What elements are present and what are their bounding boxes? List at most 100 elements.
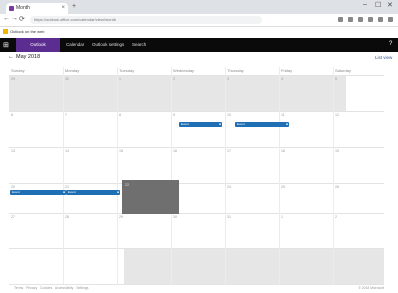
extension-icon[interactable]	[368, 17, 373, 22]
day-number[interactable]: 4	[281, 77, 283, 81]
day-number: 22	[125, 183, 129, 187]
month-grid: Sunday Monday Tuesday Wednesday Thursday…	[9, 67, 384, 285]
day-number[interactable]: 15	[119, 149, 123, 153]
day-number[interactable]: 2	[335, 215, 337, 219]
event-title: Event	[68, 190, 76, 194]
header-link-calendar[interactable]: Calendar	[66, 38, 84, 52]
footer-link[interactable]: Settings	[76, 286, 88, 290]
calendar-event[interactable]: Event ■	[66, 190, 120, 195]
new-tab-button[interactable]: +	[72, 3, 76, 10]
day-number[interactable]: 29	[119, 215, 123, 219]
day-number[interactable]: 1	[281, 215, 283, 219]
url-field[interactable]: https://outlook.office.com/calendar/view…	[30, 16, 262, 24]
day-number[interactable]: 7	[65, 113, 67, 117]
day-number[interactable]: 6	[11, 113, 13, 117]
tab-close-icon[interactable]: ×	[61, 3, 65, 14]
weekday-header: Tuesday	[119, 68, 135, 73]
day-number[interactable]: 20	[11, 185, 15, 189]
reload-button[interactable]: ⟳	[19, 15, 25, 23]
day-number[interactable]: 8	[119, 113, 121, 117]
event-status-icon: ■	[63, 190, 65, 194]
tab-title: Month	[16, 5, 30, 11]
help-icon[interactable]: ?	[389, 41, 392, 47]
weekday-header: Wednesday	[173, 68, 195, 73]
day-number[interactable]: 3	[227, 77, 229, 81]
grid-line	[117, 67, 118, 285]
weekday-header: Thursday	[227, 68, 244, 73]
grid-line	[9, 147, 384, 148]
day-number[interactable]: 18	[281, 149, 285, 153]
day-number[interactable]: 24	[227, 185, 231, 189]
day-number[interactable]: 19	[335, 149, 339, 153]
day-number[interactable]: 25	[281, 185, 285, 189]
page-footer: Terms Privacy Cookies Accessibility Sett…	[0, 284, 398, 293]
day-number[interactable]: 13	[11, 149, 15, 153]
maximize-button[interactable]: ☐	[375, 1, 381, 9]
day-number[interactable]: 31	[227, 215, 231, 219]
day-number[interactable]: 10	[227, 113, 231, 117]
browser-tab[interactable]: Month ×	[6, 3, 68, 14]
weekday-header: Sunday	[11, 68, 25, 73]
address-bar-row: ← → ⟳ https://outlook.office.com/calenda…	[0, 14, 398, 27]
back-button[interactable]: ←	[3, 15, 10, 22]
day-number[interactable]: 9	[173, 113, 175, 117]
day-number[interactable]: 12	[335, 113, 339, 117]
grid-line	[279, 67, 280, 285]
previous-month-icon[interactable]: ←	[8, 54, 14, 60]
grid-line	[9, 111, 384, 112]
header-link-settings[interactable]: Outlook settings	[92, 38, 124, 52]
day-number[interactable]: 17	[227, 149, 231, 153]
calendar-event[interactable]: Event ■	[235, 122, 289, 127]
day-number[interactable]: 1	[119, 77, 121, 81]
extension-icon[interactable]	[358, 17, 363, 22]
event-status-icon: ■	[286, 122, 288, 126]
extension-icon[interactable]	[338, 17, 343, 22]
list-view-button[interactable]: List view	[375, 55, 392, 60]
calendar-event[interactable]: Event ■	[179, 122, 222, 127]
event-title: Event	[12, 190, 20, 194]
browser-tab-bar: Month × + – ☐ ✕	[0, 0, 398, 14]
event-status-icon: ■	[219, 122, 221, 126]
menu-icon[interactable]	[388, 17, 393, 22]
bookmark-item[interactable]: Outlook on the web	[10, 29, 44, 34]
event-title: Event	[181, 122, 189, 126]
day-number[interactable]: 30	[173, 215, 177, 219]
day-number[interactable]: 16	[173, 149, 177, 153]
day-number[interactable]: 27	[11, 215, 15, 219]
app-header: ⊞ Outlook Calendar Outlook settings Sear…	[0, 38, 398, 52]
footer-link[interactable]: Accessibility	[55, 286, 73, 290]
bookmarks-bar: Outlook on the web	[0, 27, 398, 36]
calendar-event[interactable]: Event ■	[10, 190, 66, 195]
forward-button[interactable]: →	[11, 15, 18, 22]
day-number[interactable]: 2	[173, 77, 175, 81]
app-name[interactable]: Outlook	[16, 38, 60, 52]
footer-link[interactable]: Cookies	[40, 286, 52, 290]
extension-icon[interactable]	[348, 17, 353, 22]
header-link-search[interactable]: Search	[132, 38, 146, 52]
day-number[interactable]: 26	[335, 185, 339, 189]
close-window-button[interactable]: ✕	[387, 1, 393, 9]
day-number[interactable]: 11	[281, 113, 285, 117]
footer-link[interactable]: Privacy	[26, 286, 37, 290]
day-number[interactable]: 5	[335, 77, 337, 81]
footer-link[interactable]: Terms	[14, 286, 23, 290]
day-number[interactable]: 30	[65, 77, 69, 81]
grid-line	[9, 248, 384, 249]
minimize-button[interactable]: –	[363, 1, 367, 8]
calendar-toolbar: ← May 2018 List view	[0, 52, 398, 65]
day-number[interactable]: 29	[11, 77, 15, 81]
day-number[interactable]: 28	[65, 215, 69, 219]
grid-line	[333, 67, 334, 285]
day-number[interactable]: 14	[65, 149, 69, 153]
past-days-shade	[9, 76, 346, 111]
grid-line	[171, 67, 172, 285]
app-launcher-icon[interactable]: ⊞	[3, 41, 9, 49]
weekday-header: Saturday	[335, 68, 352, 73]
weekday-header: Friday	[281, 68, 293, 73]
grid-line	[9, 183, 384, 184]
event-preview-popover[interactable]: 22	[122, 180, 179, 214]
month-title[interactable]: May 2018	[16, 54, 40, 60]
day-number[interactable]: 21	[65, 185, 69, 189]
profile-icon[interactable]	[378, 17, 383, 22]
grid-line	[63, 67, 64, 285]
